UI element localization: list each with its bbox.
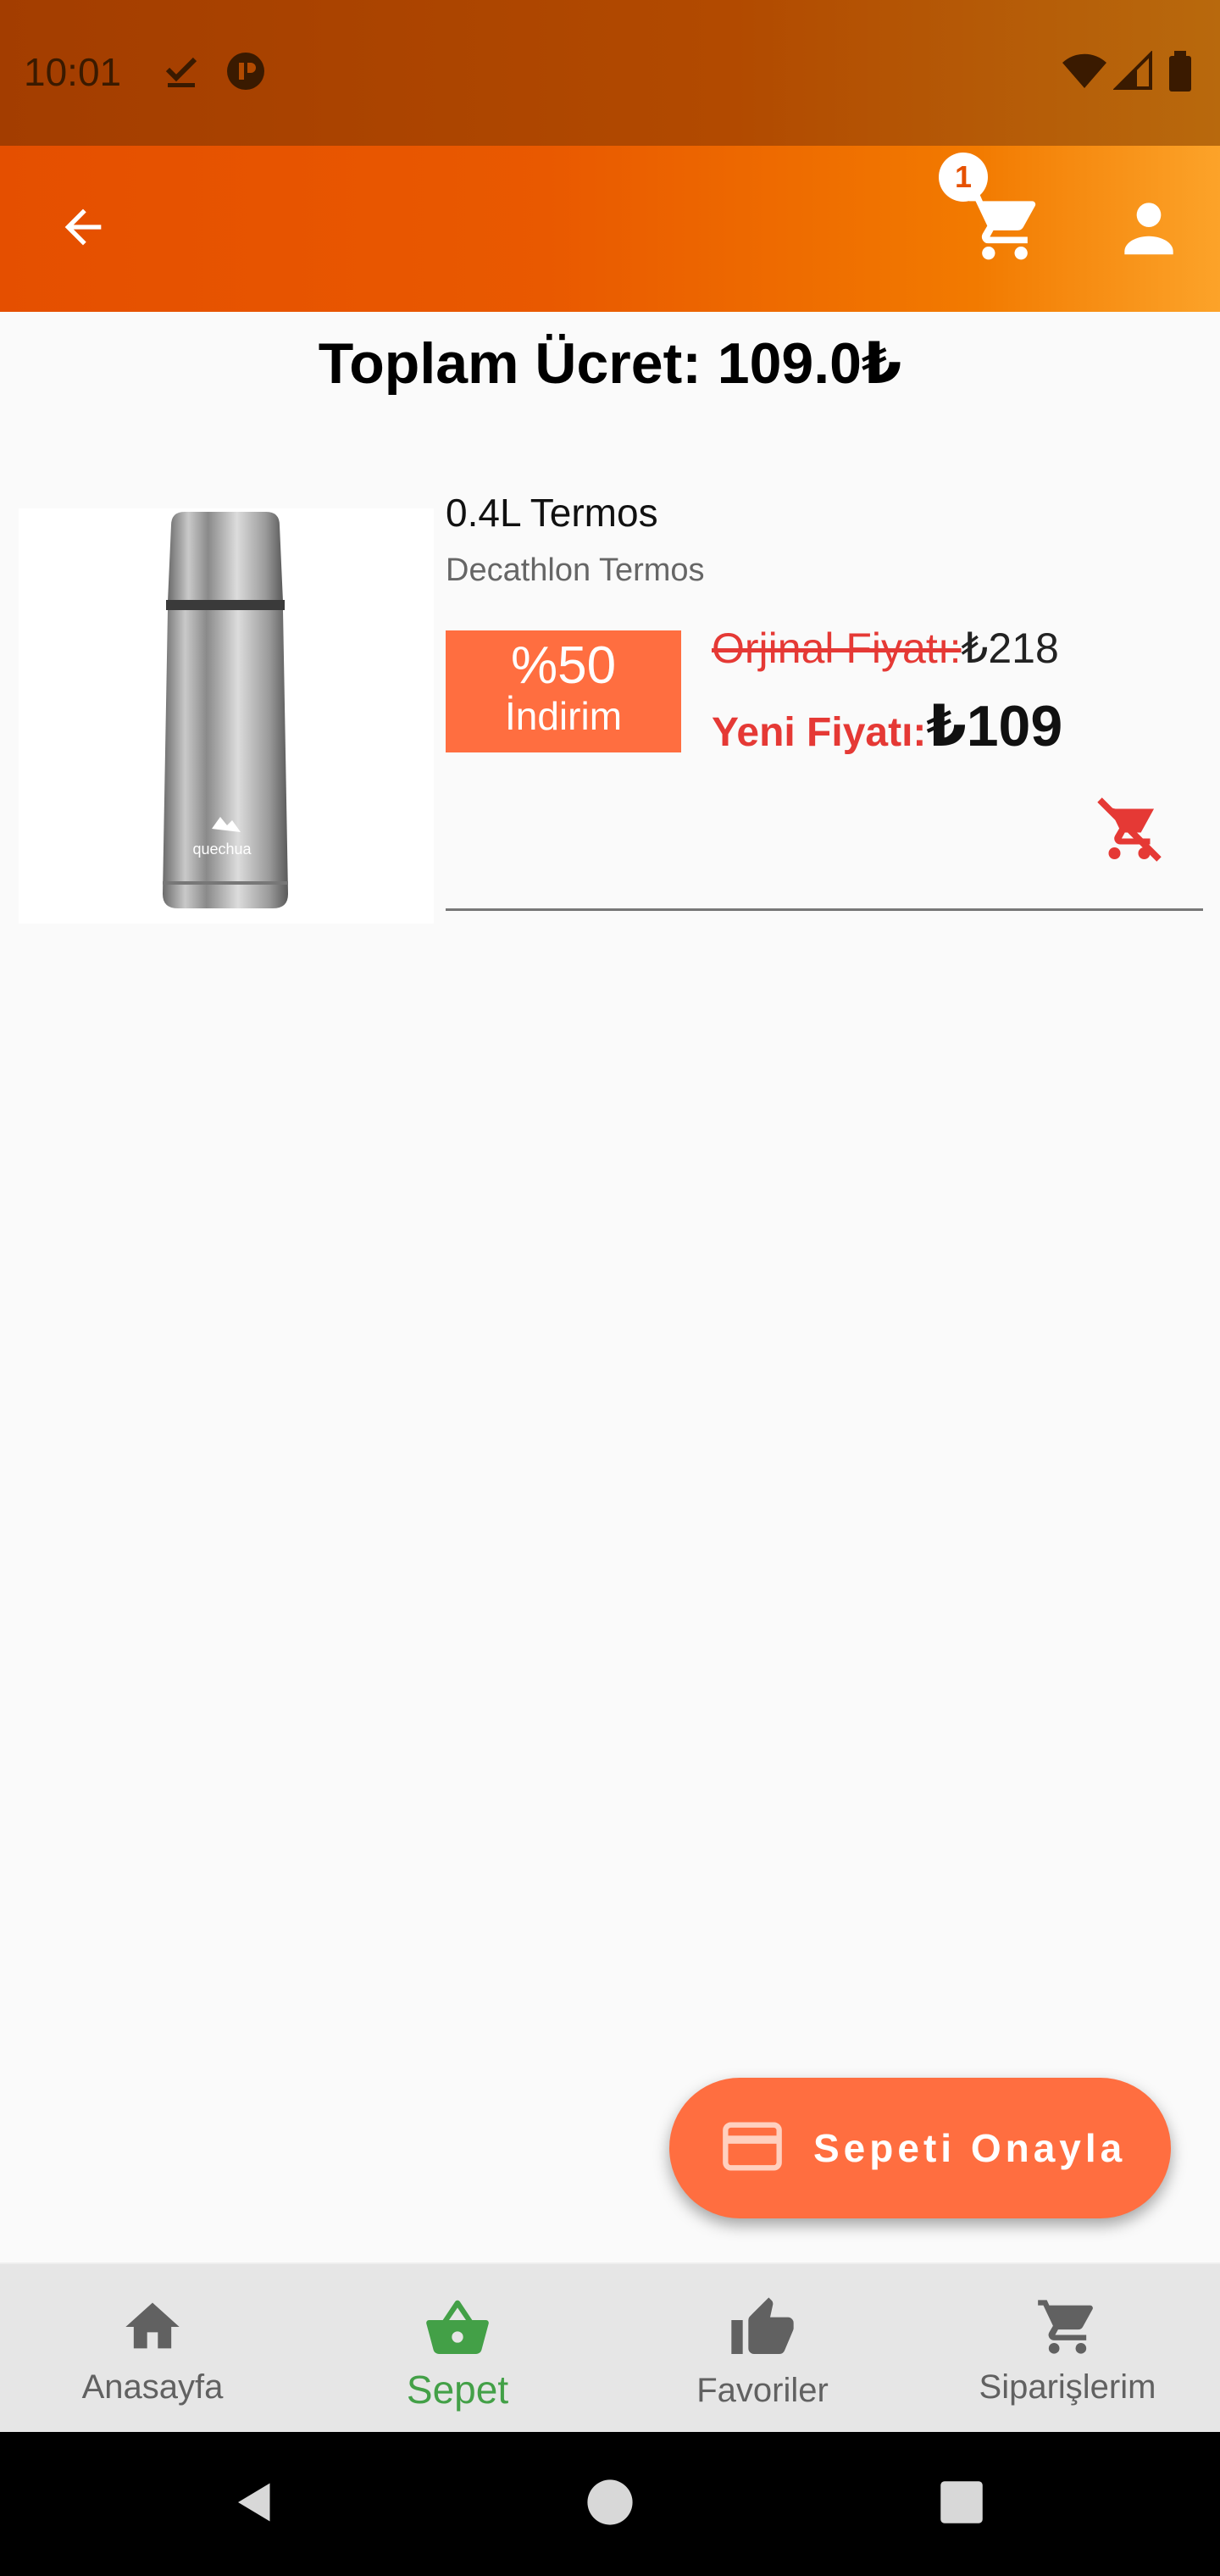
signal-icon <box>1112 50 1154 92</box>
item-divider <box>446 908 1203 911</box>
check-download-icon <box>161 51 202 92</box>
basket-icon <box>424 2295 491 2367</box>
product-name: 0.4L Termos <box>446 491 658 535</box>
new-price: Yeni Fiyatı:₺109 <box>712 693 1062 760</box>
person-icon <box>1112 191 1185 268</box>
new-price-value: ₺109 <box>926 694 1063 758</box>
system-navigation-bar <box>0 2432 1220 2576</box>
status-bar: 10:01 <box>0 0 1220 146</box>
wifi-icon <box>1061 51 1108 92</box>
nav-label-home: Anasayfa <box>81 2368 224 2406</box>
bottom-navigation: Anasayfa Sepet Favoriler Siparişlerim <box>0 2262 1220 2432</box>
thumb-up-icon <box>729 2295 796 2367</box>
confirm-cart-label: Sepeti Onayla <box>813 2126 1127 2170</box>
nav-item-favorites[interactable]: Favoriler <box>610 2264 915 2432</box>
system-back-button[interactable] <box>217 2466 293 2542</box>
cart-button[interactable] <box>962 186 1047 271</box>
discount-label: İndirim <box>504 694 623 739</box>
remove-shopping-cart-icon <box>1094 794 1165 869</box>
nav-item-orders[interactable]: Siparişlerim <box>915 2264 1220 2432</box>
product-logo-text: quechua <box>192 841 252 858</box>
arrow-back-icon <box>56 200 110 258</box>
discount-percent: %50 <box>510 636 617 695</box>
app-bar <box>0 146 1220 312</box>
system-home-button[interactable] <box>572 2466 648 2542</box>
new-price-label: Yeni Fiyatı: <box>712 710 927 755</box>
profile-button[interactable] <box>1106 186 1191 271</box>
nav-label-favorites: Favoriler <box>696 2372 829 2409</box>
nav-item-home[interactable]: Anasayfa <box>0 2264 305 2432</box>
circle-home-icon <box>585 2478 635 2531</box>
triangle-back-icon <box>230 2477 280 2532</box>
shopping-cart-icon <box>1035 2295 1100 2363</box>
square-recents-icon <box>939 2479 984 2529</box>
nav-label-orders: Siparişlerim <box>979 2368 1156 2406</box>
credit-card-icon <box>720 2114 785 2183</box>
cart-count-badge: 1 <box>939 153 988 202</box>
original-price-label: Orjinal Fiyatı: <box>712 625 962 672</box>
home-icon <box>120 2295 185 2363</box>
nav-item-basket[interactable]: Sepet <box>305 2264 610 2432</box>
product-image: quechua <box>19 508 434 924</box>
back-button[interactable] <box>41 186 125 271</box>
shopping-cart-icon <box>966 188 1044 270</box>
product-brand: Decathlon Termos <box>446 552 705 588</box>
discount-badge: %50 İndirim <box>446 630 681 752</box>
app-circle-icon <box>225 51 266 92</box>
status-time: 10:01 <box>24 50 122 94</box>
remove-from-cart-button[interactable] <box>1091 793 1167 869</box>
confirm-cart-button[interactable]: Sepeti Onayla <box>669 2078 1171 2218</box>
cart-total: Toplam Ücret: 109.0₺ <box>318 331 902 396</box>
system-recents-button[interactable] <box>923 2466 1000 2542</box>
original-price: Orjinal Fiyatı:₺218 <box>712 624 1059 673</box>
nav-label-basket: Sepet <box>406 2368 509 2412</box>
original-price-value: ₺218 <box>961 625 1059 672</box>
battery-icon <box>1167 51 1193 92</box>
